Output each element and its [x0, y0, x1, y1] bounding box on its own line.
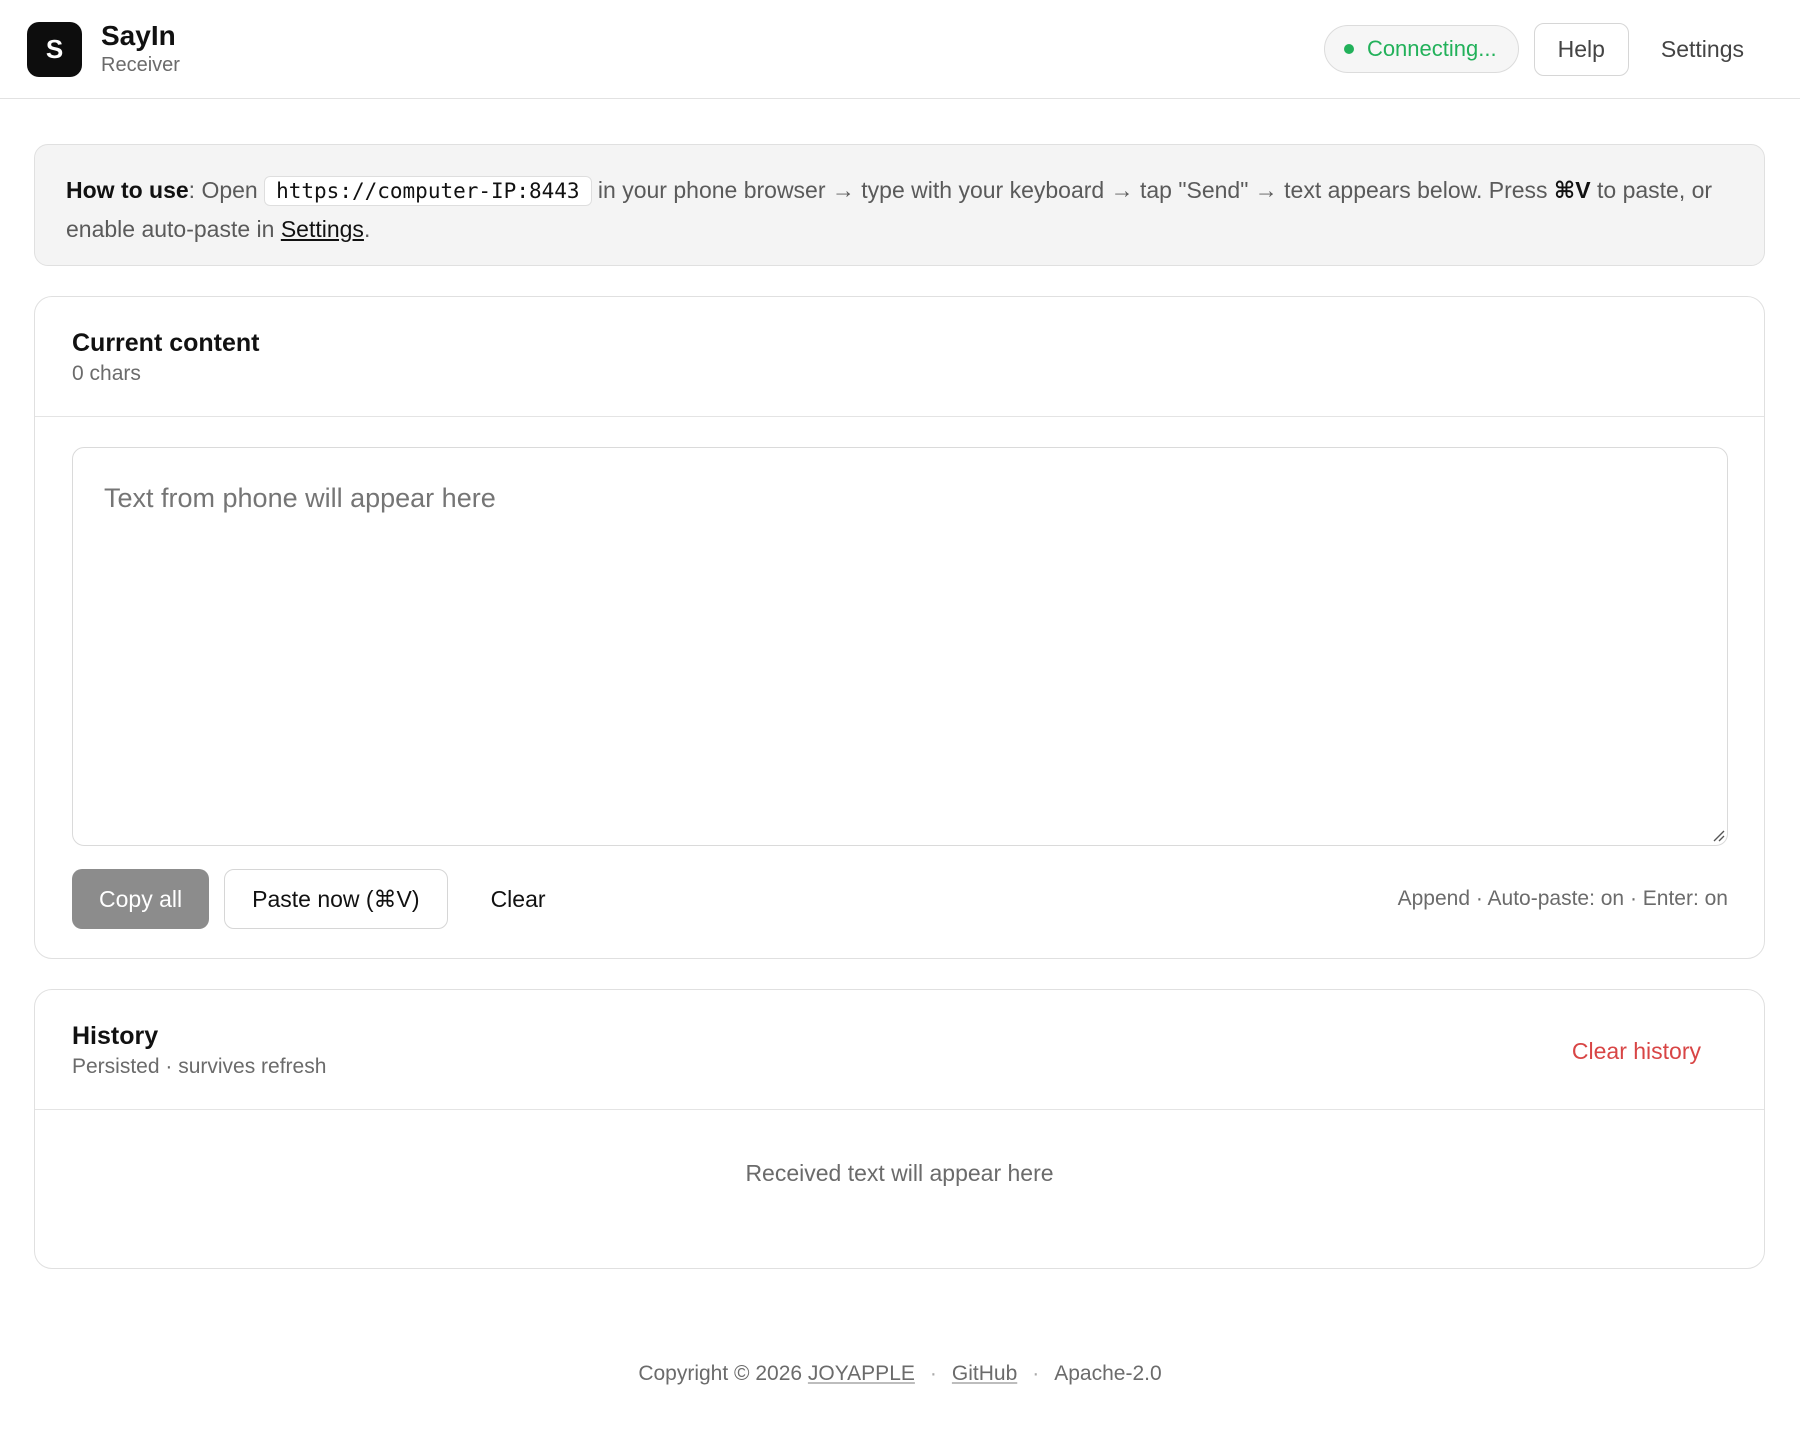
app-header: S SayIn Receiver Connecting... Help Sett…: [0, 0, 1800, 99]
resize-handle-icon[interactable]: [1711, 828, 1725, 842]
mode-info: Append · Auto-paste: on · Enter: on: [1397, 887, 1728, 910]
how-to-steps-text: in your phone browser → type with your k…: [591, 177, 1554, 203]
copy-all-button[interactable]: Copy all: [72, 869, 210, 929]
paste-now-button[interactable]: Paste now (⌘V): [224, 869, 448, 929]
brand-text: SayIn Receiver: [101, 20, 180, 78]
copyright-text: Copyright © 2026: [638, 1362, 808, 1385]
app-name: SayIn: [101, 20, 176, 51]
history-title: History: [72, 1022, 159, 1050]
app-logo: S: [27, 21, 82, 77]
received-text-area[interactable]: [72, 447, 1728, 846]
clear-button[interactable]: Clear: [464, 869, 573, 929]
receiver-url: https://computer-IP:8443: [264, 176, 592, 206]
history-empty-state: Received text will appear here: [745, 1160, 1054, 1186]
app-subtitle: Receiver: [101, 54, 180, 76]
footer-separator: ·: [929, 1362, 937, 1385]
char-count: 0 chars: [72, 362, 141, 385]
history-header: History Persisted · survives refresh Cle…: [35, 990, 1764, 1110]
license-text: Apache-2.0: [1054, 1362, 1162, 1385]
paste-shortcut: ⌘V: [1553, 177, 1591, 203]
how-to-open-text: : Open: [188, 177, 265, 203]
current-content-header: Current content 0 chars: [35, 297, 1764, 417]
history-subtitle: Persisted · survives refresh: [72, 1055, 327, 1078]
owner-link[interactable]: JOYAPPLE: [808, 1362, 915, 1385]
content-actions: Copy all Paste now (⌘V) Clear Append · A…: [72, 869, 1728, 929]
header-actions: Connecting... Help Settings: [1323, 22, 1760, 76]
github-link[interactable]: GitHub: [952, 1362, 1017, 1385]
history-card: History Persisted · survives refresh Cle…: [34, 989, 1765, 1269]
connection-status-text: Connecting...: [1366, 36, 1497, 61]
connection-status-badge: Connecting...: [1323, 25, 1519, 73]
footer: Copyright © 2026 JOYAPPLE · GitHub · Apache-…: [0, 1362, 1800, 1386]
footer-separator: ·: [1032, 1362, 1040, 1385]
clear-history-button[interactable]: Clear history: [1572, 1038, 1701, 1065]
settings-link[interactable]: Settings: [281, 216, 364, 242]
how-to-use-banner: How to use: Open https://computer-IP:844…: [34, 144, 1765, 266]
how-to-period: .: [363, 216, 371, 242]
how-to-use-label: How to use: [66, 177, 189, 203]
help-button[interactable]: Help: [1533, 22, 1629, 76]
status-dot-icon: [1343, 44, 1354, 54]
settings-button[interactable]: Settings: [1645, 23, 1760, 76]
brand: S SayIn Receiver: [27, 20, 180, 78]
current-content-card: Current content 0 chars Copy all Paste n…: [34, 296, 1765, 959]
current-content-title: Current content: [72, 329, 260, 357]
